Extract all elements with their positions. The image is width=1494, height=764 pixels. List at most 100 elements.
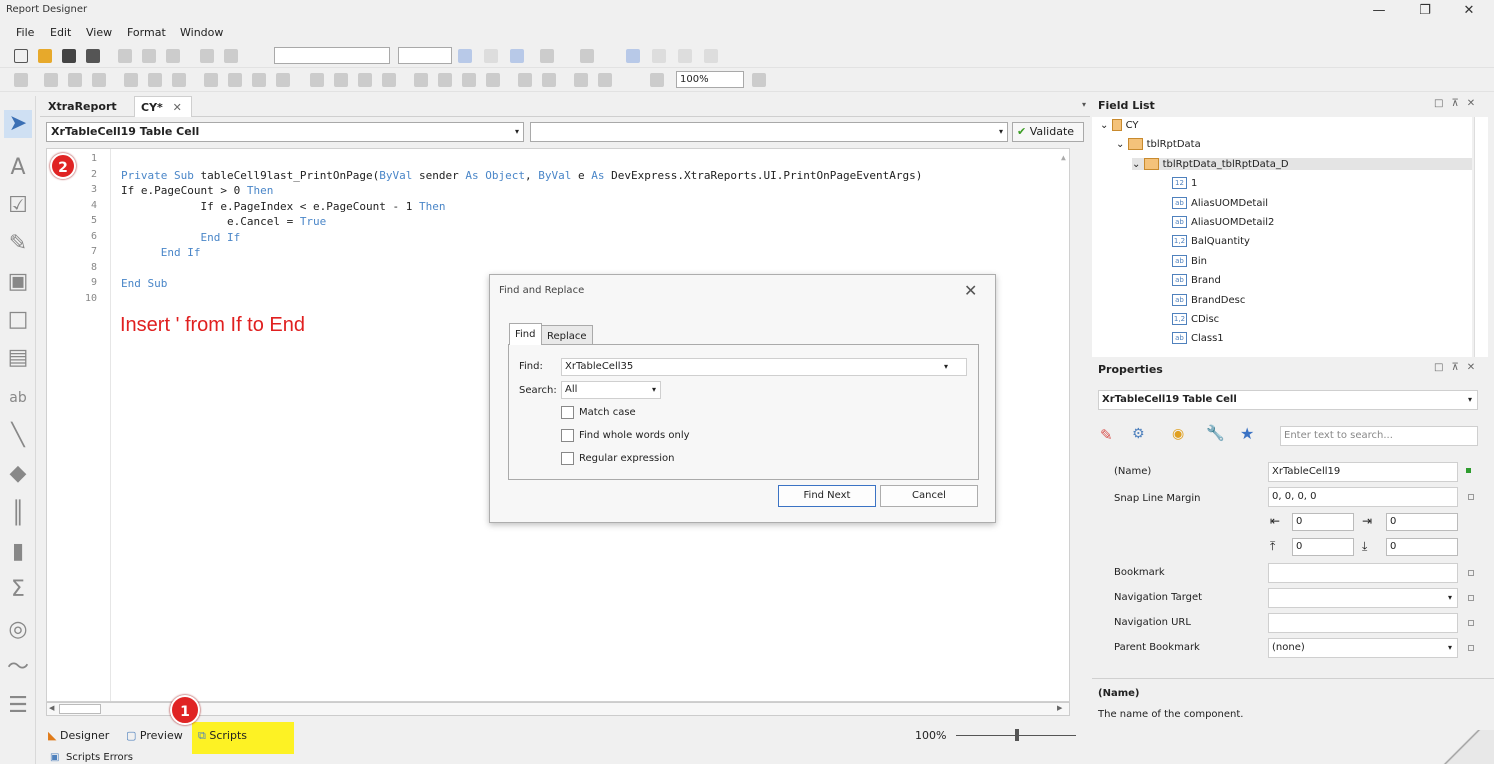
layout-wrench-icon[interactable]: 🔧 (1206, 424, 1225, 442)
scripts-tab[interactable]: ⧉ Scripts (198, 729, 247, 743)
align-grid-icon[interactable] (204, 73, 218, 87)
paste-icon[interactable] (166, 49, 180, 63)
scroll-up-icon[interactable]: ▲ (1061, 153, 1069, 163)
vspace-decrease-icon[interactable] (462, 73, 476, 87)
field-list-scrollbar[interactable] (1474, 117, 1488, 357)
field-node[interactable]: ab Bin (1172, 254, 1207, 267)
sparkline-tool-icon[interactable]: 〜 (4, 654, 32, 682)
undo-icon[interactable] (200, 49, 214, 63)
menu-edit[interactable]: Edit (50, 26, 71, 39)
same-width-icon[interactable] (252, 73, 266, 87)
tab-xtrareport[interactable]: XtraReport (42, 96, 123, 117)
name-value[interactable]: XrTableCell19 (1268, 462, 1458, 482)
underline-icon[interactable] (510, 49, 524, 63)
vspace-equal-icon[interactable] (414, 73, 428, 87)
scroll-right-icon[interactable]: ▶ (1057, 704, 1065, 714)
navigation-url-input[interactable] (1268, 613, 1458, 633)
expand-chevron-icon[interactable]: ⌄ (1132, 159, 1144, 170)
field-tree[interactable]: ⌄ dbCY⌄ tabletblRptData⌄ tabletblRptData… (1092, 117, 1472, 357)
bring-to-front-icon[interactable] (574, 73, 588, 87)
field-node[interactable]: ab BrandDesc (1172, 293, 1245, 306)
left-margin-spinner[interactable]: 0 (1292, 513, 1354, 531)
hspace-equal-icon[interactable] (310, 73, 324, 87)
align-middles-icon[interactable] (148, 73, 162, 87)
checkbox-tool-icon[interactable]: ☑ (4, 192, 32, 220)
expand-chevron-icon[interactable]: ⌄ (1100, 120, 1112, 131)
dialog-close-icon[interactable]: ✕ (964, 281, 977, 300)
snap-margin-value[interactable]: 0, 0, 0, 0 (1268, 487, 1458, 507)
find-input[interactable]: XrTableCell35 ▾ (561, 358, 967, 376)
cut-icon[interactable] (118, 49, 132, 63)
align-lefts-icon[interactable] (44, 73, 58, 87)
hspace-remove-icon[interactable] (382, 73, 396, 87)
match-case-checkbox[interactable] (561, 406, 574, 419)
field-node[interactable]: ab AliasUOMDetail2 (1172, 216, 1274, 228)
field-node[interactable]: ab Class1 (1172, 332, 1224, 345)
gauge-tool-icon[interactable]: ◎ (4, 616, 32, 644)
font-name-combo[interactable] (274, 47, 390, 64)
find-next-button[interactable]: Find Next (778, 485, 876, 507)
open-icon[interactable] (38, 49, 52, 63)
shape-tool-icon[interactable]: ◆ (4, 460, 32, 488)
whole-words-checkbox[interactable] (561, 429, 574, 442)
regex-checkbox[interactable] (561, 452, 574, 465)
vspace-increase-icon[interactable] (438, 73, 452, 87)
maximize-button[interactable]: ❐ (1402, 0, 1448, 22)
barcode-tool-icon[interactable]: ║ (4, 500, 32, 528)
event-combo[interactable]: ▾ (530, 122, 1008, 142)
back-color-icon[interactable] (580, 49, 594, 63)
menu-format[interactable]: Format (127, 26, 166, 39)
vspace-remove-icon[interactable] (486, 73, 500, 87)
copy-icon[interactable] (142, 49, 156, 63)
table-tool-icon[interactable]: ▤ (4, 344, 32, 372)
object-combo[interactable]: XrTableCell19 Table Cell ▾ (46, 122, 524, 142)
expand-chevron-icon[interactable]: ⌄ (1116, 139, 1128, 150)
font-color-icon[interactable] (540, 49, 554, 63)
richtext-tool-icon[interactable]: ✎ (4, 230, 32, 258)
panel-tool-icon[interactable]: □ (4, 306, 32, 334)
close-button[interactable]: ✕ (1446, 0, 1492, 22)
top-margin-spinner[interactable]: 0 (1292, 538, 1354, 556)
close-tab-icon[interactable]: ✕ (173, 101, 182, 114)
scroll-left-icon[interactable]: ◀ (49, 704, 57, 714)
align-right-icon[interactable] (678, 49, 692, 63)
redo-icon[interactable] (224, 49, 238, 63)
italic-icon[interactable] (484, 49, 498, 63)
hspace-decrease-icon[interactable] (358, 73, 372, 87)
tab-cy[interactable]: CY* ✕ (134, 96, 192, 117)
right-margin-spinner[interactable]: 0 (1386, 513, 1458, 531)
bookmark-input[interactable] (1268, 563, 1458, 583)
picture-tool-icon[interactable]: ▣ (4, 268, 32, 296)
properties-search-input[interactable]: Enter text to search... (1280, 426, 1478, 446)
bold-icon[interactable] (458, 49, 472, 63)
line-tool-icon[interactable]: ╲ (4, 422, 32, 450)
send-to-back-icon[interactable] (598, 73, 612, 87)
scroll-thumb[interactable] (59, 704, 101, 714)
field-node[interactable]: ab AliasUOMDetail (1172, 196, 1268, 209)
parent-bookmark-select[interactable]: (none) ▾ (1268, 638, 1458, 658)
tab-replace[interactable]: Replace (541, 325, 593, 345)
align-tops-icon[interactable] (124, 73, 138, 87)
justify-icon[interactable] (704, 49, 718, 63)
preview-tab[interactable]: ▢ Preview (126, 729, 183, 742)
appearance-icon[interactable]: ✎ (1100, 426, 1113, 444)
search-scope-select[interactable]: All ▾ (561, 381, 661, 399)
field-node[interactable]: 1,2 CDisc (1172, 313, 1219, 325)
save-icon[interactable] (62, 49, 76, 63)
field-node[interactable]: 12 1 (1172, 177, 1197, 190)
favorites-star-icon[interactable]: ★ (1240, 424, 1254, 443)
navigation-target-select[interactable]: ▾ (1268, 588, 1458, 608)
new-icon[interactable] (14, 49, 28, 63)
center-vertically-icon[interactable] (542, 73, 556, 87)
field-node[interactable]: ⌄ dbCY (1100, 119, 1138, 131)
zoom-out-icon[interactable] (650, 73, 664, 87)
menu-view[interactable]: View (86, 26, 112, 39)
size-grid-icon[interactable] (228, 73, 242, 87)
zoom-in-icon[interactable] (752, 73, 766, 87)
cancel-button[interactable]: Cancel (880, 485, 978, 507)
pagebreak-tool-icon[interactable]: ☰ (4, 692, 32, 720)
field-node[interactable]: ⌄ tabletblRptData (1116, 138, 1201, 151)
same-size-icon[interactable] (276, 73, 290, 87)
properties-panel-buttons[interactable]: □⊼✕ (1434, 362, 1483, 373)
textbox-tool-icon[interactable]: ab (4, 384, 32, 412)
